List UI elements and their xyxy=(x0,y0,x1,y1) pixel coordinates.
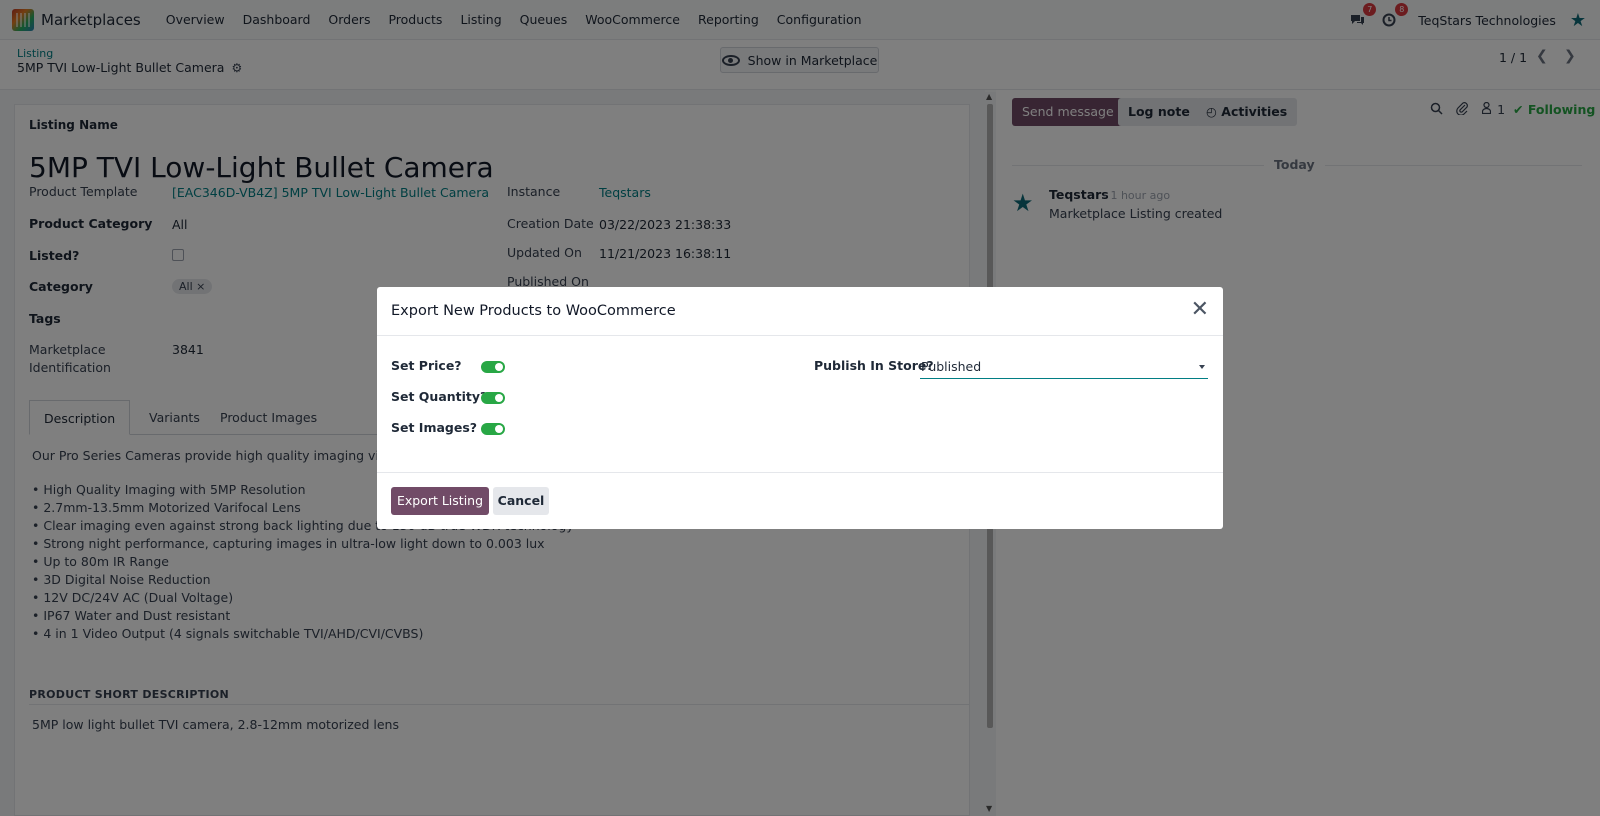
set-images-label: Set Images? xyxy=(391,420,478,435)
caret-down-icon xyxy=(1199,365,1205,369)
modal-header: Export New Products to WooCommerce ✕ xyxy=(377,287,1223,336)
set-images-toggle[interactable] xyxy=(481,423,505,435)
publish-in-store-select[interactable]: Published xyxy=(920,359,1208,379)
set-quantity-label: Set Quantity? xyxy=(391,389,488,404)
export-listing-button[interactable]: Export Listing xyxy=(391,487,489,515)
set-price-label: Set Price? xyxy=(391,358,462,373)
export-dialog: Export New Products to WooCommerce ✕ Set… xyxy=(377,287,1223,529)
cancel-button[interactable]: Cancel xyxy=(493,487,549,515)
modal-title: Export New Products to WooCommerce xyxy=(391,303,676,319)
publish-in-store-value: Published xyxy=(921,359,982,374)
publish-in-store-label: Publish In Store? xyxy=(814,358,934,373)
close-icon[interactable]: ✕ xyxy=(1191,299,1209,321)
set-price-toggle[interactable] xyxy=(481,361,505,373)
set-quantity-toggle[interactable] xyxy=(481,392,505,404)
modal-footer: Export Listing Cancel xyxy=(377,472,1223,529)
